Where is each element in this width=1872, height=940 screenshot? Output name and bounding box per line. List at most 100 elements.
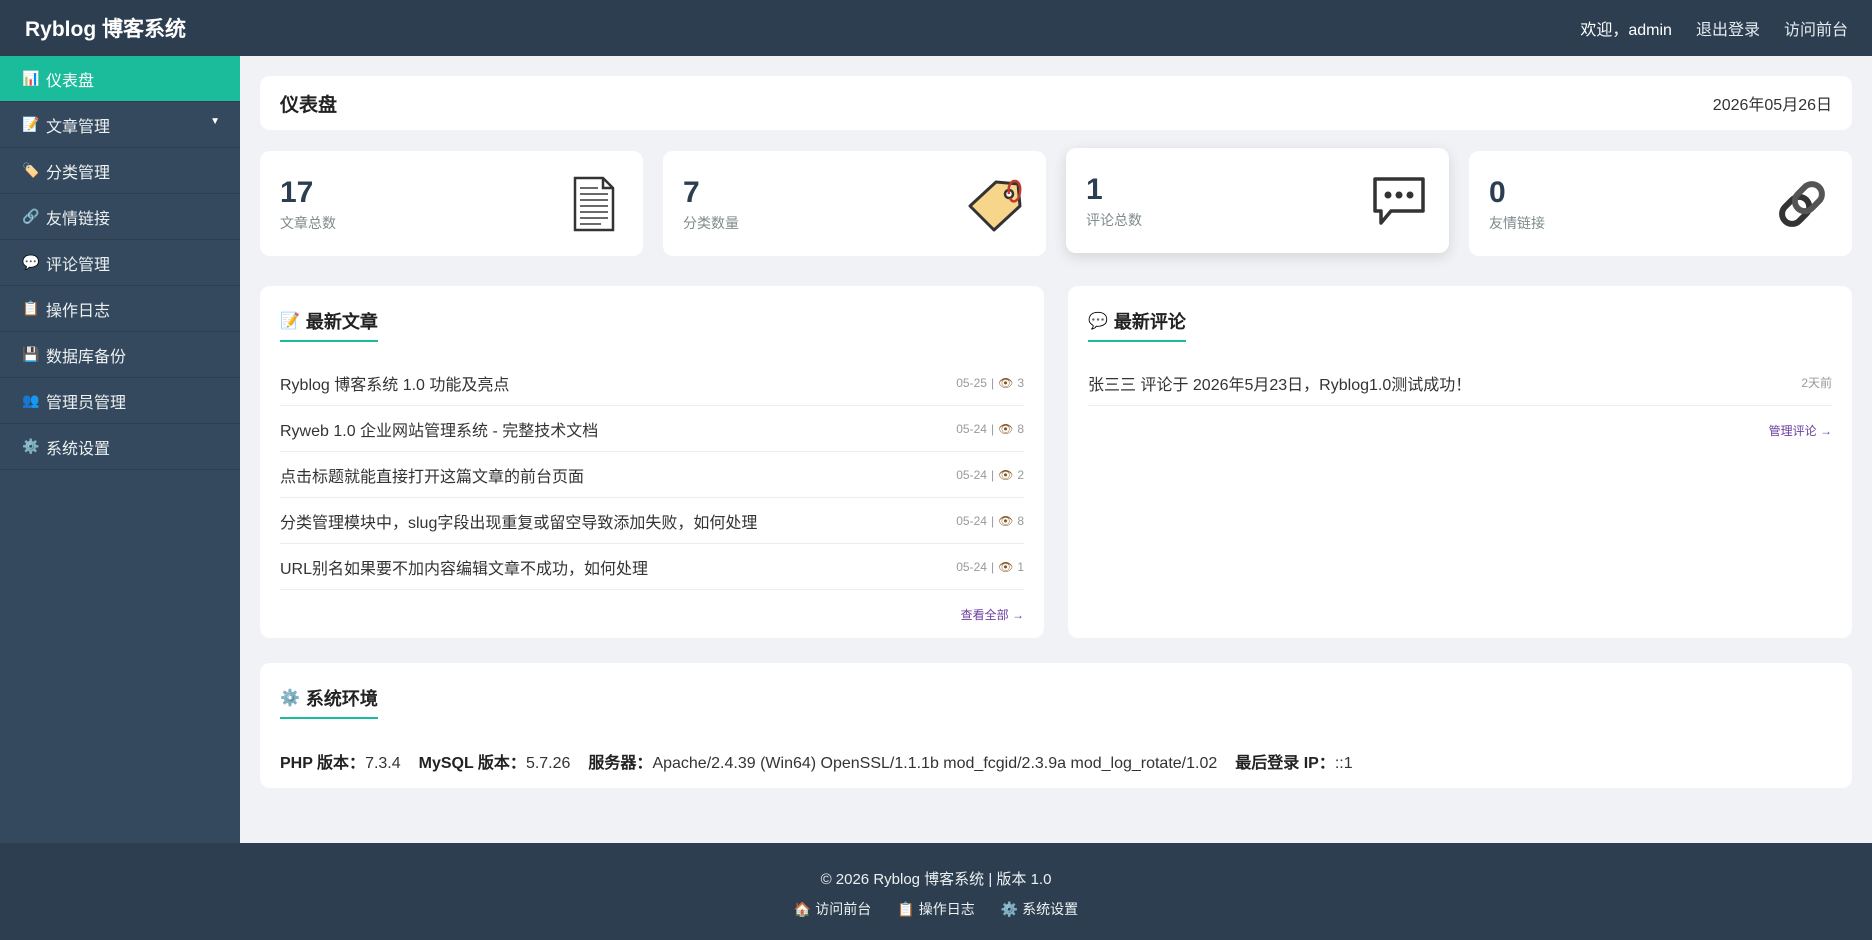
separator: | xyxy=(990,513,995,528)
article-title-link[interactable]: 点击标题就能直接打开这篇文章的前台页面 xyxy=(280,463,584,487)
footer-link-frontend[interactable]: 🏠 访问前台 xyxy=(794,899,871,919)
article-title-link[interactable]: Ryweb 1.0 企业网站管理系统 - 完整技术文档 xyxy=(280,417,598,441)
article-title-link[interactable]: Ryblog 博客系统 1.0 功能及亮点 xyxy=(280,371,509,395)
chart-icon: 📊 xyxy=(22,70,40,86)
article-list: Ryblog 博客系统 1.0 功能及亮点 05-25 | 👁 3 Ryweb … xyxy=(280,360,1024,590)
list-item[interactable]: 分类管理模块中，slug字段出现重复或留空导致添加失败，如何处理 05-24 |… xyxy=(280,498,1024,544)
sidebar-item-settings[interactable]: ⚙️ 系统设置 xyxy=(0,424,240,470)
document-icon xyxy=(573,176,615,231)
comment-time: 2天前 xyxy=(1801,376,1832,390)
stat-card-comments[interactable]: 1 评论总数 xyxy=(1066,148,1449,253)
comment-icon: 💬 xyxy=(22,254,40,270)
article-title-link[interactable]: 分类管理模块中，slug字段出现重复或留空导致添加失败，如何处理 xyxy=(280,509,757,533)
memo-icon: 📝 xyxy=(22,116,40,132)
php-value: 7.3.4 xyxy=(365,755,401,772)
sidebar-item-articles[interactable]: 📝 文章管理 ▼ xyxy=(0,102,240,148)
sidebar-item-logs[interactable]: 📋 操作日志 xyxy=(0,286,240,332)
view-count: 8 xyxy=(1017,513,1024,528)
article-meta: 05-24 | 👁 1 xyxy=(956,560,1024,574)
list-item[interactable]: 张三三 评论于 2026年5月23日，Ryblog1.0测试成功！ 2天前 xyxy=(1088,360,1832,406)
separator: | xyxy=(990,467,995,482)
panel-title-text: 系统环境 xyxy=(305,689,378,709)
sidebar: 📊 仪表盘 📝 文章管理 ▼ 🏷️ 分类管理 🔗 友情链接 💬 评论管理 📋 操… xyxy=(0,56,240,843)
panel-title-text: 最新评论 xyxy=(1113,312,1186,332)
list-item[interactable]: URL别名如果要不加内容编辑文章不成功，如何处理 05-24 | 👁 1 xyxy=(280,544,1024,590)
comment-list: 张三三 评论于 2026年5月23日，Ryblog1.0测试成功！ 2天前 xyxy=(1088,360,1832,406)
visit-frontend-link[interactable]: 访问前台 xyxy=(1784,16,1848,40)
sidebar-item-admins[interactable]: 👥 管理员管理 xyxy=(0,378,240,424)
logout-link[interactable]: 退出登录 xyxy=(1696,16,1760,40)
gear-icon: ⚙️ xyxy=(280,690,300,707)
floppy-disk-icon: 💾 xyxy=(22,346,40,362)
sidebar-item-links[interactable]: 🔗 友情链接 xyxy=(0,194,240,240)
stat-card-links[interactable]: 0 友情链接 xyxy=(1469,151,1852,256)
list-item[interactable]: Ryweb 1.0 企业网站管理系统 - 完整技术文档 05-24 | 👁 8 xyxy=(280,406,1024,452)
eye-icon: 👁 xyxy=(998,513,1014,528)
footer: © 2026 Ryblog 博客系统 | 版本 1.0 🏠 访问前台 📋 操作日志 … xyxy=(0,843,1872,940)
sidebar-item-label: 分类管理 xyxy=(46,164,111,182)
sidebar-item-dashboard[interactable]: 📊 仪表盘 xyxy=(0,56,240,102)
article-title-link[interactable]: URL别名如果要不加内容编辑文章不成功，如何处理 xyxy=(280,555,648,579)
article-date: 05-24 xyxy=(956,559,987,574)
server-info: 服务器：Apache/2.4.39 (Win64) OpenSSL/1.1.1b… xyxy=(588,749,1217,773)
stat-label: 文章总数 xyxy=(280,214,336,231)
manage-comments-link[interactable]: 管理评论 → xyxy=(1088,422,1832,439)
eye-icon: 👁 xyxy=(998,421,1014,436)
page-title: 仪表盘 xyxy=(280,94,338,116)
article-date: 05-24 xyxy=(956,467,987,482)
sidebar-item-comments[interactable]: 💬 评论管理 xyxy=(0,240,240,286)
stat-value: 1 xyxy=(1086,172,1103,206)
welcome-text: 欢迎，admin xyxy=(1580,22,1672,39)
stat-card-articles[interactable]: 17 文章总数 xyxy=(260,151,643,256)
footer-link-label: 系统设置 xyxy=(1022,901,1079,917)
tag-icon xyxy=(968,179,1022,231)
view-all-articles-link[interactable]: 查看全部 → xyxy=(280,606,1024,623)
sidebar-item-label: 友情链接 xyxy=(46,210,111,228)
chevron-down-icon[interactable]: ▼ xyxy=(210,116,220,127)
current-date: 2026年05月26日 xyxy=(1712,97,1832,114)
link-icon: 🔗 xyxy=(22,208,40,224)
system-environment-panel: ⚙️ 系统环境 PHP 版本：7.3.4 MySQL 版本：5.7.26 服务器… xyxy=(260,663,1852,788)
stat-label: 评论总数 xyxy=(1086,211,1142,228)
brand-logo[interactable]: Ryblog 博客系统 xyxy=(25,13,186,43)
panel-title: 💬 最新评论 xyxy=(1088,308,1186,342)
article-date: 05-25 xyxy=(956,375,987,390)
tag-icon: 🏷️ xyxy=(22,162,40,178)
stat-value: 0 xyxy=(1489,175,1506,209)
separator: | xyxy=(990,375,995,390)
php-version: PHP 版本：7.3.4 xyxy=(280,749,401,773)
top-navbar: Ryblog 博客系统 欢迎，admin 退出登录 访问前台 xyxy=(0,0,1872,56)
sidebar-item-label: 评论管理 xyxy=(46,256,111,274)
article-date: 05-24 xyxy=(956,421,987,436)
latest-comments-panel: 💬 最新评论 张三三 评论于 2026年5月23日，Ryblog1.0测试成功！… xyxy=(1068,286,1852,638)
list-item[interactable]: Ryblog 博客系统 1.0 功能及亮点 05-25 | 👁 3 xyxy=(280,360,1024,406)
sidebar-item-label: 系统设置 xyxy=(46,440,111,458)
sidebar-item-backup[interactable]: 💾 数据库备份 xyxy=(0,332,240,378)
sidebar-item-label: 操作日志 xyxy=(46,302,111,320)
latest-articles-panel: 📝 最新文章 Ryblog 博客系统 1.0 功能及亮点 05-25 | 👁 3… xyxy=(260,286,1044,638)
gear-icon: ⚙️ xyxy=(22,438,40,454)
stat-cards: 17 文章总数 7 分类数量 1 评论总数 0 友情链接 xyxy=(260,148,1852,256)
separator: | xyxy=(990,421,995,436)
article-meta: 05-24 | 👁 8 xyxy=(956,514,1024,528)
copyright: © 2026 Ryblog 博客系统 | 版本 1.0 xyxy=(820,871,1052,888)
panel-title: 📝 最新文章 xyxy=(280,308,378,342)
top-nav-links: 欢迎，admin 退出登录 访问前台 xyxy=(1580,16,1848,40)
view-count: 2 xyxy=(1017,467,1024,482)
comment-icon: 💬 xyxy=(1088,313,1108,330)
ip-label: 最后登录 IP： xyxy=(1235,755,1335,772)
comment-icon xyxy=(1373,176,1425,225)
stat-card-categories[interactable]: 7 分类数量 xyxy=(663,151,1046,256)
footer-link-logs[interactable]: 📋 操作日志 xyxy=(897,899,974,919)
panel-title-text: 最新文章 xyxy=(305,312,378,332)
stat-value: 7 xyxy=(683,175,700,209)
view-count: 3 xyxy=(1017,375,1024,390)
list-item[interactable]: 点击标题就能直接打开这篇文章的前台页面 05-24 | 👁 2 xyxy=(280,452,1024,498)
sidebar-item-categories[interactable]: 🏷️ 分类管理 xyxy=(0,148,240,194)
footer-link-label: 操作日志 xyxy=(918,901,975,917)
sidebar-item-label: 管理员管理 xyxy=(46,394,127,412)
sidebar-item-label: 文章管理 xyxy=(46,118,111,136)
panel-title: ⚙️ 系统环境 xyxy=(280,685,378,719)
footer-link-settings[interactable]: ⚙️ 系统设置 xyxy=(1001,899,1078,919)
stat-value: 17 xyxy=(280,175,314,209)
